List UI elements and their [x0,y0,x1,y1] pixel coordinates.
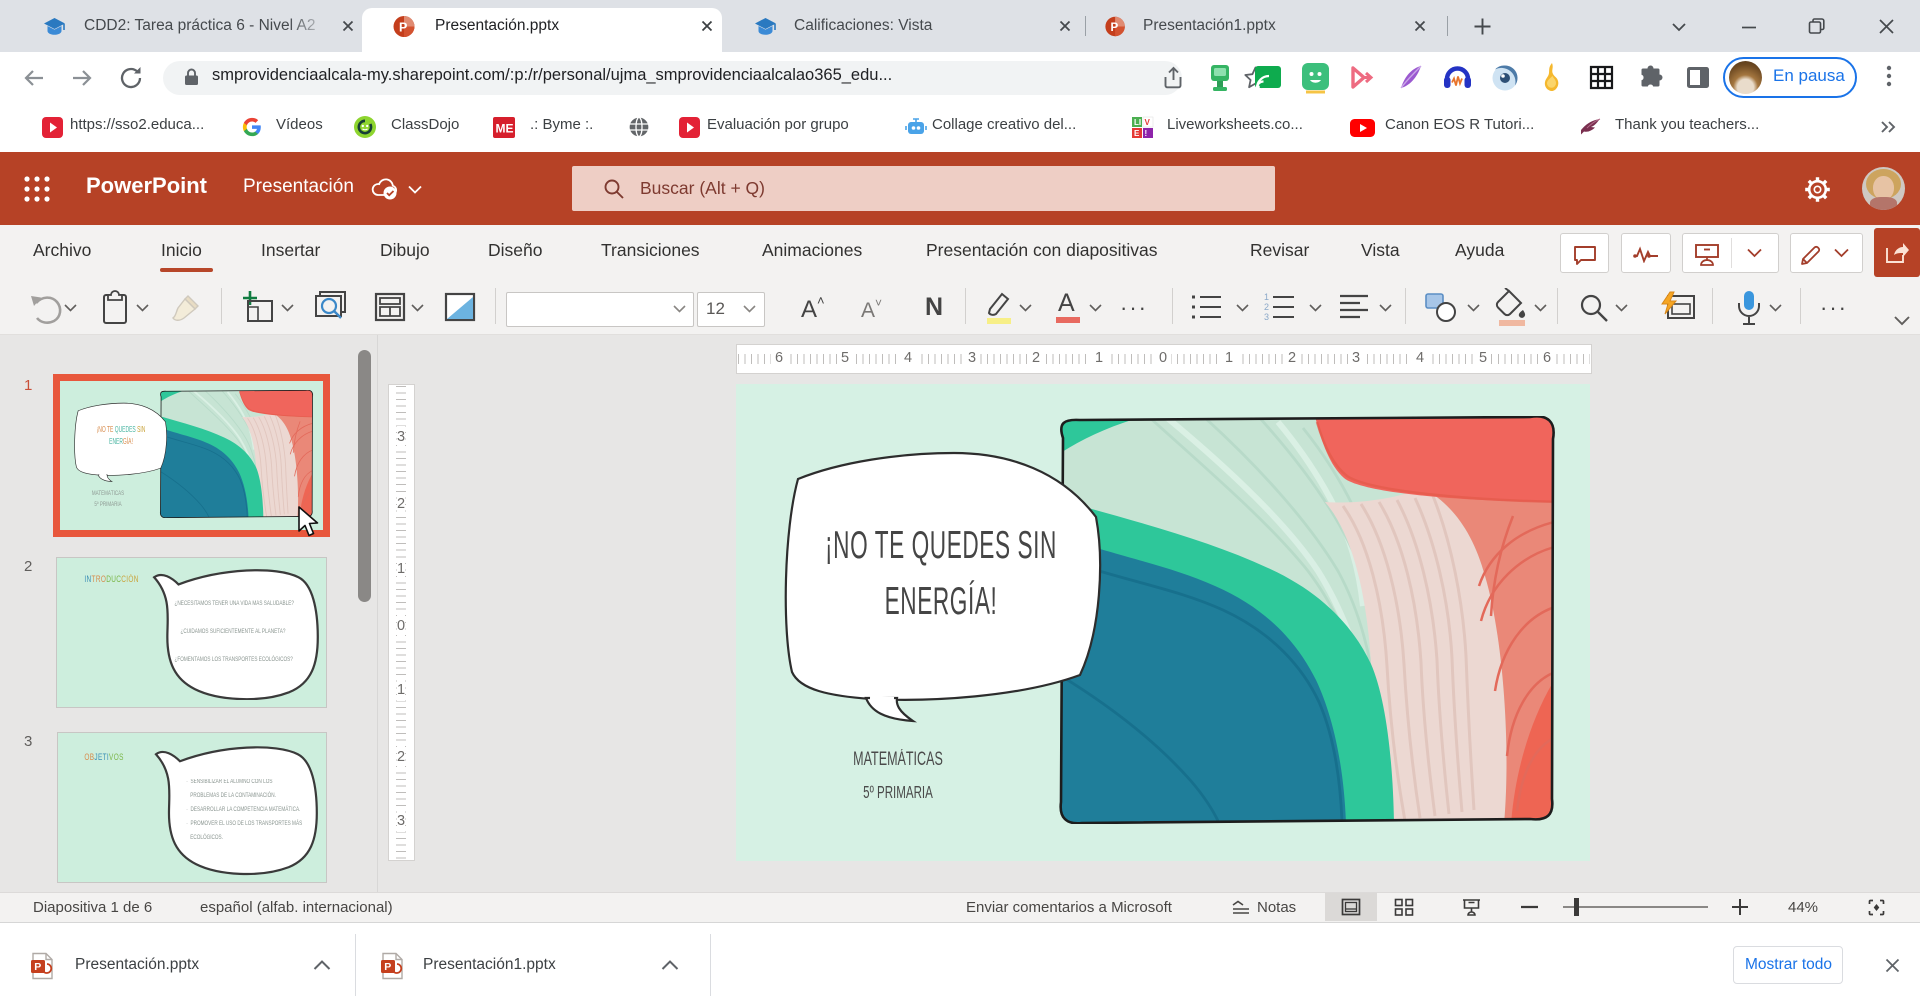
svg-text:V: V [1145,118,1151,127]
svg-text:P: P [384,961,391,973]
svg-text:P: P [34,961,41,973]
svg-text:2: 2 [1264,302,1269,312]
svg-text:ME: ME [496,122,514,136]
svg-text:P: P [399,21,407,35]
svg-text:LI: LI [1134,118,1141,127]
svg-text:P: P [1110,22,1118,34]
svg-text:3: 3 [1264,312,1269,322]
svg-text:1: 1 [1264,292,1269,302]
svg-text:!: ! [1145,129,1148,138]
svg-text:E: E [1134,129,1140,138]
